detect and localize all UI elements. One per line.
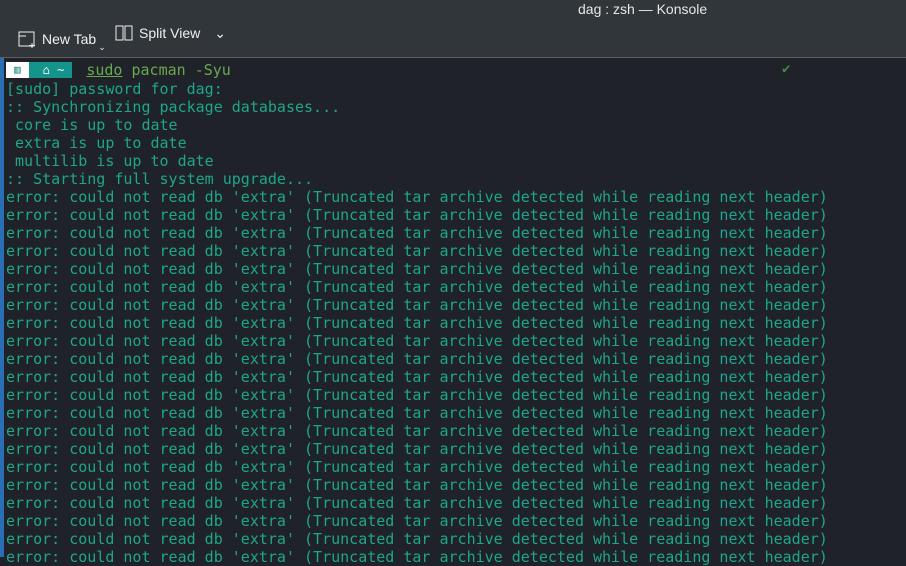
- error-line: error: could not read db 'extra' (Trunca…: [6, 548, 906, 566]
- output-line: :: Synchronizing package databases...: [6, 98, 906, 116]
- error-line: error: could not read db 'extra' (Trunca…: [6, 188, 906, 206]
- error-line: error: could not read db 'extra' (Trunca…: [6, 332, 906, 350]
- error-line: error: could not read db 'extra' (Trunca…: [6, 512, 906, 530]
- error-line: error: could not read db 'extra' (Trunca…: [6, 458, 906, 476]
- command: sudo pacman -Syu: [86, 61, 231, 79]
- error-line: error: could not read db 'extra' (Trunca…: [6, 440, 906, 458]
- split-view-label: Split View: [139, 25, 200, 41]
- error-line: error: could not read db 'extra' (Trunca…: [6, 530, 906, 548]
- error-line: error: could not read db 'extra' (Trunca…: [6, 386, 906, 404]
- error-line: error: could not read db 'extra' (Trunca…: [6, 422, 906, 440]
- window-title: dag : zsh — Konsole: [578, 1, 707, 17]
- new-tab-icon: [18, 30, 36, 48]
- chevron-down-icon[interactable]: ⌄: [214, 25, 226, 42]
- output-line: multilib is up to date: [6, 152, 906, 170]
- command-args: pacman -Syu: [122, 61, 230, 79]
- error-line: error: could not read db 'extra' (Trunca…: [6, 224, 906, 242]
- terminal-output: [sudo] password for dag::: Synchronizing…: [6, 80, 906, 566]
- dir-label: ~: [57, 63, 64, 77]
- split-view-button[interactable]: Split View ⌄: [115, 24, 226, 42]
- output-line: :: Starting full system upgrade...: [6, 170, 906, 188]
- error-line: error: could not read db 'extra' (Trunca…: [6, 494, 906, 512]
- error-line: error: could not read db 'extra' (Trunca…: [6, 242, 906, 260]
- output-line: core is up to date: [6, 116, 906, 134]
- error-line: error: could not read db 'extra' (Trunca…: [6, 260, 906, 278]
- error-line: error: could not read db 'extra' (Trunca…: [6, 278, 906, 296]
- error-line: error: could not read db 'extra' (Trunca…: [6, 206, 906, 224]
- new-tab-label: New Tab: [42, 31, 96, 47]
- toolbar: dag : zsh — Konsole New Tab ⌄ Split View…: [0, 0, 906, 58]
- output-line: extra is up to date: [6, 134, 906, 152]
- chevron-down-icon[interactable]: ⌄: [98, 42, 106, 53]
- error-line: error: could not read db 'extra' (Trunca…: [6, 314, 906, 332]
- error-line: error: could not read db 'extra' (Trunca…: [6, 350, 906, 368]
- split-view-icon: [115, 24, 133, 42]
- terminal[interactable]: ▥ ⌂ ~ sudo pacman -Syu ✔ [sudo] password…: [0, 58, 906, 557]
- status-check-icon: ✔: [782, 60, 790, 78]
- home-dir-segment: ⌂ ~: [29, 62, 73, 78]
- command-bin: sudo: [86, 61, 122, 79]
- new-tab-button[interactable]: New Tab ⌄: [18, 24, 106, 53]
- prompt: ▥ ⌂ ~ sudo pacman -Syu ✔: [6, 60, 906, 80]
- error-line: error: could not read db 'extra' (Trunca…: [6, 368, 906, 386]
- error-line: error: could not read db 'extra' (Trunca…: [6, 296, 906, 314]
- arch-icon: ▥: [6, 62, 29, 78]
- error-line: error: could not read db 'extra' (Trunca…: [6, 404, 906, 422]
- output-line: [sudo] password for dag:: [6, 80, 906, 98]
- error-line: error: could not read db 'extra' (Trunca…: [6, 476, 906, 494]
- home-icon: ⌂: [43, 63, 50, 77]
